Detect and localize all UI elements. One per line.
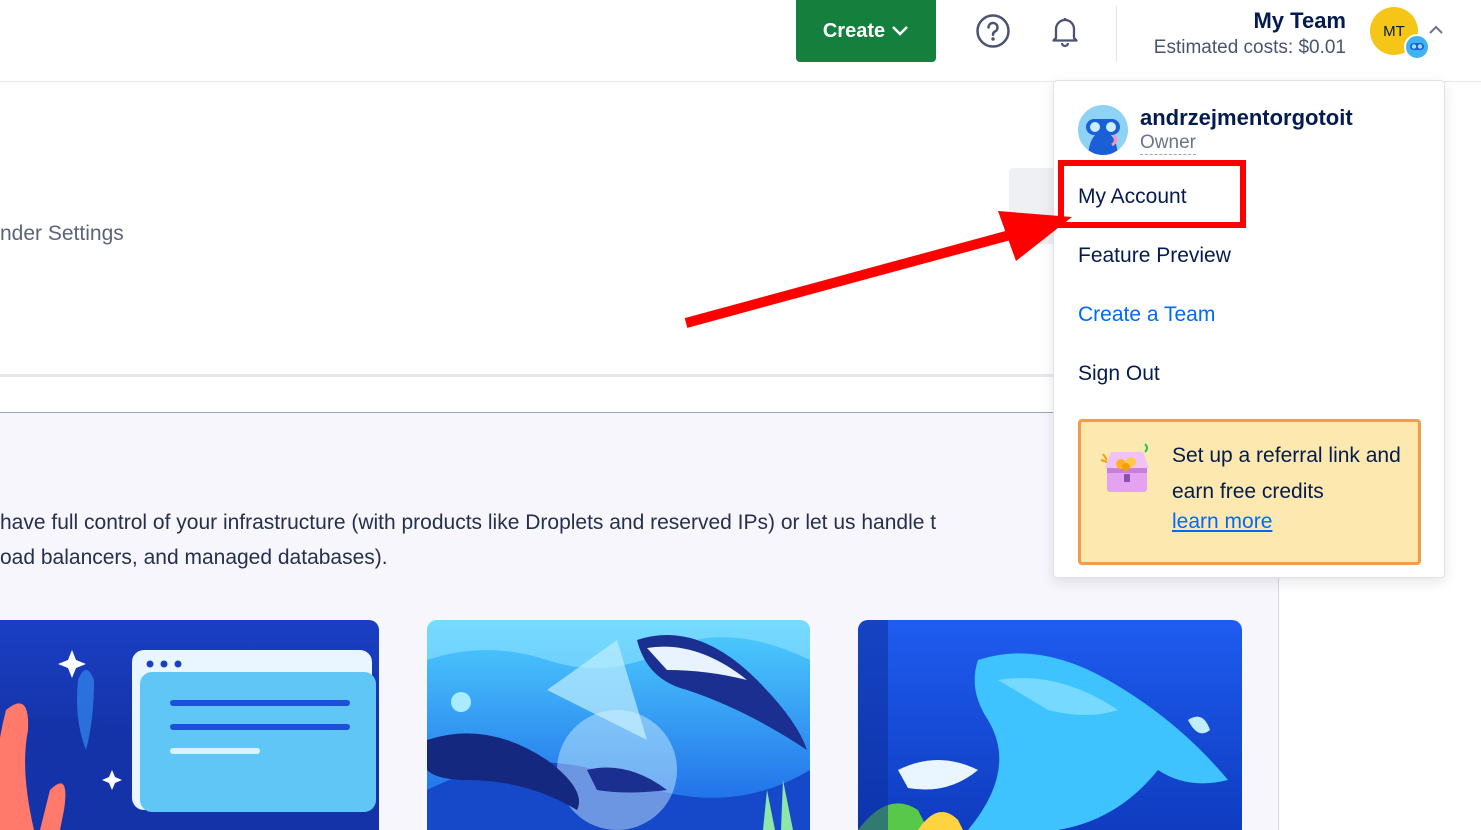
illustration-card-infrastructure[interactable]: [0, 620, 379, 830]
help-button[interactable]: [974, 12, 1012, 50]
panel-description: have full control of your infrastructure…: [0, 505, 936, 575]
infrastructure-illustration: [0, 620, 379, 830]
estimated-costs: Estimated costs: $0.01: [1153, 37, 1346, 58]
manta-ray-illustration: [858, 620, 1242, 830]
menu-item-create-team[interactable]: Create a Team: [1078, 303, 1215, 327]
create-button[interactable]: Create: [796, 0, 936, 62]
diver-mascot-icon: [1410, 43, 1424, 50]
referral-learn-more-link[interactable]: learn more: [1172, 510, 1272, 534]
treasure-chest-icon: [1100, 443, 1149, 492]
illustration-card-managed[interactable]: [427, 620, 810, 830]
settings-text: nder Settings: [0, 222, 124, 245]
description-line-1: have full control of your infrastructure…: [0, 511, 937, 534]
annotation-highlight-box: [1058, 160, 1246, 228]
user-avatar-badge: [1404, 34, 1430, 60]
help-icon: [976, 14, 1010, 48]
illustration-card-platform[interactable]: [858, 620, 1242, 830]
menu-item-sign-out[interactable]: Sign Out: [1078, 362, 1160, 386]
user-avatar: [1078, 105, 1128, 155]
chevron-up-icon[interactable]: [1428, 24, 1444, 36]
menu-item-feature-preview[interactable]: Feature Preview: [1078, 244, 1231, 268]
topbar-divider: [1116, 6, 1117, 62]
referral-text: Set up a referral link and earn free cre…: [1172, 444, 1401, 503]
chevron-down-icon: [892, 26, 909, 36]
avatar-initials: MT: [1383, 22, 1405, 40]
whales-illustration: [427, 620, 810, 830]
create-button-label: Create: [822, 19, 886, 42]
team-switcher[interactable]: My Team Estimated costs: $0.01: [1154, 8, 1346, 62]
bell-icon: [1052, 18, 1078, 48]
section-divider: [0, 374, 1060, 377]
username: andrzejmentorgotoit: [1140, 105, 1353, 130]
team-name: My Team: [1253, 8, 1346, 33]
user-role: Owner: [1140, 132, 1196, 155]
referral-banner: Set up a referral link and earn free cre…: [1078, 419, 1421, 565]
diver-mascot-icon: [1078, 105, 1128, 155]
notifications-button[interactable]: [1046, 12, 1084, 50]
annotation-arrow-icon: [684, 211, 1072, 328]
top-bar: Create My Team Estimated costs: $0.01 MT: [0, 0, 1481, 82]
account-dropdown-menu: andrzejmentorgotoit Owner My Account Fea…: [1053, 80, 1445, 578]
description-line-2: oad balancers, and managed databases).: [0, 546, 388, 569]
